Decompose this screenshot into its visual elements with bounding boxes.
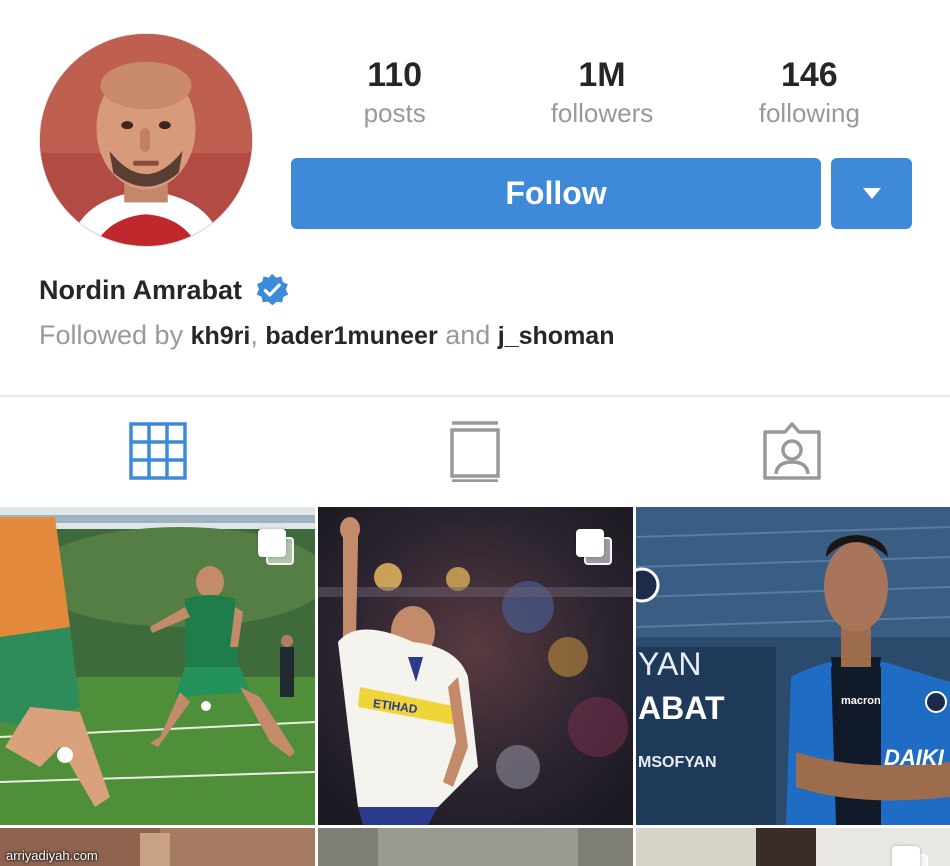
caret-down-icon (863, 188, 881, 199)
tab-grid[interactable] (0, 397, 317, 505)
profile-name-row: Nordin Amrabat (39, 268, 290, 312)
club-photo: YAN ABAT MSOFYAN macron DAIKI (636, 507, 950, 825)
profile-avatar[interactable] (39, 33, 253, 247)
profile-tabs (0, 395, 950, 505)
post-thumbnail[interactable]: YAN ABAT MSOFYAN macron DAIKI (636, 507, 950, 825)
post-3-overlay-line-3: MSOFYAN (638, 754, 717, 771)
post-thumbnail[interactable] (318, 828, 633, 866)
multiple-photos-icon (576, 529, 612, 565)
post-thumbnail[interactable] (0, 507, 315, 825)
followed-by-user[interactable]: bader1muneer (265, 322, 437, 350)
post-3-overlay-line-1: YAN (638, 646, 701, 682)
tab-feed[interactable] (317, 397, 634, 505)
multiple-photos-icon (892, 846, 928, 866)
followed-by-conjunction: and (445, 320, 491, 350)
followed-by-user[interactable]: j_shoman (498, 322, 615, 350)
post-thumbnail[interactable]: ETIHAD (318, 507, 633, 825)
stat-followers[interactable]: 1M followers (498, 55, 705, 135)
stat-followers-label: followers (550, 98, 654, 128)
post-photo (318, 828, 633, 866)
profile-stats: 110 posts 1M followers 146 following (291, 55, 913, 135)
grid-icon (129, 422, 188, 480)
avatar-photo (40, 34, 252, 246)
followed-by-prefix: Followed by (39, 320, 184, 350)
stat-posts[interactable]: 110 posts (291, 55, 498, 135)
followed-by-text[interactable]: Followed by kh9ri, bader1muneer and j_sh… (39, 320, 614, 351)
multiple-photos-icon (258, 529, 294, 565)
feed-icon (450, 421, 500, 482)
post-thumbnail[interactable] (636, 828, 950, 866)
profile-page: 110 posts 1M followers 146 following Fol… (0, 0, 950, 866)
profile-name: Nordin Amrabat (39, 274, 243, 305)
tab-tagged[interactable] (633, 397, 950, 505)
verified-badge-icon (256, 273, 289, 306)
suggestions-dropdown-button[interactable] (831, 158, 912, 229)
followed-by-separator: , (250, 320, 258, 350)
stat-following-label: following (758, 98, 860, 128)
tagged-icon (762, 422, 821, 480)
stat-posts-count: 110 (367, 56, 423, 94)
stat-following[interactable]: 146 following (706, 55, 913, 135)
post-3-overlay-line-2: ABAT (638, 690, 725, 726)
stat-posts-label: posts (363, 98, 426, 128)
post-3-shirt-text: DAIKI (884, 745, 945, 770)
stat-followers-count: 1M (578, 56, 626, 94)
follow-button[interactable]: Follow (291, 158, 821, 229)
post-3-sponsor-text: macron (841, 695, 881, 707)
stat-following-count: 146 (780, 56, 838, 94)
watermark: arriyadiyah.com (6, 848, 98, 863)
followed-by-user[interactable]: kh9ri (191, 322, 251, 350)
